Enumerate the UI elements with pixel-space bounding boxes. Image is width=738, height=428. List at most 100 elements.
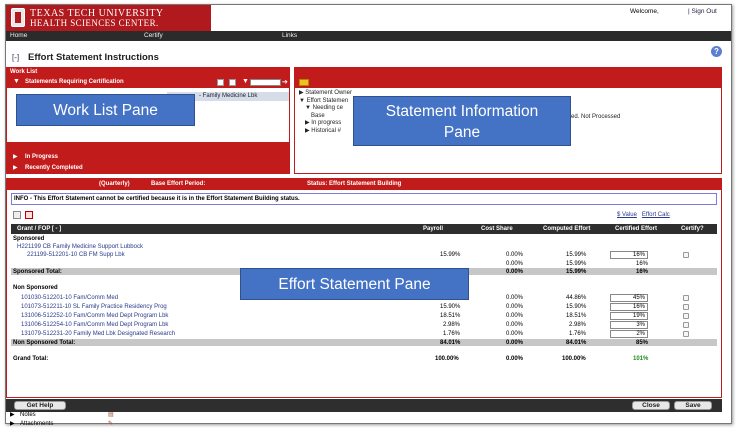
tree-node[interactable]: ▶ In progress (299, 120, 352, 128)
tree-node[interactable]: ▶ Historical # (299, 128, 352, 136)
computed-value: 18.51% (566, 313, 587, 319)
pdf-icon[interactable] (25, 211, 33, 219)
certify-checkbox[interactable] (683, 304, 689, 310)
note-icon[interactable]: ▤ (108, 411, 114, 418)
folder-icon (299, 79, 309, 86)
fop-link[interactable]: 131006-512254-10 Fam/Comm Med Dept Progr… (21, 322, 168, 328)
attachments-section[interactable]: ▶ Attachments ✎ (6, 421, 722, 427)
sponsored-sub-cost-share: 0.00% (506, 261, 524, 267)
cost-share-value: 0.00% (506, 313, 524, 319)
filter-icon[interactable]: ▼ (242, 78, 249, 85)
tree-node[interactable]: ▼ Needing ce (299, 105, 352, 113)
recently-completed-section[interactable]: ▶ Recently Completed (7, 163, 289, 174)
certified-effort-input[interactable]: 19% (610, 312, 648, 320)
cost-share-value: 0.00% (506, 252, 524, 258)
cost-share-value: 0.00% (506, 304, 524, 310)
view-links: $ Value Effort Calc (617, 212, 675, 218)
print-icon[interactable] (217, 79, 224, 86)
caret-right-icon[interactable]: ▶ (10, 420, 15, 427)
caret-right-icon[interactable]: ▶ (13, 153, 18, 160)
statements-requiring-certification-header[interactable]: ▼ Statements Requiring Certification ▼ ➔ (7, 77, 289, 88)
seal-icon (11, 8, 25, 27)
tree-node[interactable]: ▶ Statement Owner (299, 90, 352, 98)
sponsored-total-computed: 15.99% (566, 269, 587, 275)
sponsored-total-certified: 16% (636, 269, 649, 275)
certified-effort-input[interactable]: 2% (610, 330, 648, 338)
work-list-search-input[interactable] (250, 79, 281, 86)
col-cost-share: Cost Share (481, 226, 513, 232)
certify-checkbox[interactable] (683, 322, 689, 328)
effort-calc-link[interactable]: Effort Calc (642, 212, 670, 218)
certify-checkbox[interactable] (683, 313, 689, 319)
certified-effort-input[interactable]: 3% (610, 321, 648, 329)
fop-link[interactable]: 131079-512231-20 Family Med Lbk Designat… (21, 331, 175, 337)
save-button[interactable]: Save (674, 401, 712, 410)
cost-share-value: 0.00% (506, 331, 524, 337)
page-title: Effort Statement Instructions (28, 52, 159, 63)
nav-home[interactable]: Home (10, 32, 27, 39)
sponsored-label: Sponsored (13, 236, 45, 242)
non-sponsored-total-computed: 84.01% (566, 340, 587, 346)
nav-certify[interactable]: Certify (144, 32, 163, 39)
export-icon[interactable] (229, 79, 236, 86)
certified-effort-input[interactable]: 16% (610, 251, 648, 259)
notes-section[interactable]: ▶ Notes ▤ (6, 411, 722, 420)
caret-right-icon[interactable]: ▶ (13, 164, 18, 171)
fop-link[interactable]: 131006-512252-10 Fam/Comm Med Dept Progr… (21, 313, 168, 319)
attachments-label: Attachments (20, 421, 54, 427)
tree-node[interactable]: ▼ Effort Statemen (299, 98, 352, 106)
grand-total-payroll: 100.00% (435, 356, 459, 362)
fop-link[interactable]: 101030-512201-10 Fam/Comm Med (21, 295, 118, 301)
in-progress-label: In Progress (25, 154, 59, 160)
certify-checkbox[interactable] (683, 252, 689, 258)
nav-links[interactable]: Links (282, 32, 297, 39)
payroll-value: 15.99% (440, 252, 461, 258)
grand-total-certified: 101% (633, 356, 649, 362)
work-list-pane-callout: Work List Pane (16, 94, 195, 126)
collapse-toggle[interactable]: [-] (12, 53, 19, 62)
computed-value: 15.99% (566, 252, 587, 258)
table-header: Grant / FOP [ - ] Payroll Cost Share Com… (11, 224, 717, 234)
effort-statement-pane-callout: Effort Statement Pane (240, 268, 469, 300)
app-header: TEXAS TECH UNIVERSITY HEALTH SCIENCES CE… (6, 5, 731, 31)
non-sponsored-total-certified: 85% (636, 340, 649, 346)
certify-checkbox[interactable] (683, 331, 689, 337)
sign-out-link[interactable]: | Sign Out (688, 8, 717, 15)
grand-total-label: Grand Total: (13, 356, 49, 362)
callout-line: Statement Information (385, 103, 539, 120)
fop-link[interactable]: 221199-512201-10 CB FM Supp Lbk (27, 252, 125, 258)
non-sponsored-label: Non Sponsored (13, 285, 58, 291)
in-progress-section[interactable]: ▶ In Progress (7, 152, 289, 163)
sponsored-group-link[interactable]: H221199 CB Family Medicine Support Lubbo… (17, 244, 143, 250)
col-grant[interactable]: Grant / FOP [ - ] (17, 226, 61, 232)
col-payroll: Payroll (423, 226, 444, 232)
computed-value: 44.86% (566, 295, 587, 301)
payroll-value: 2.98% (443, 322, 461, 328)
work-list-divider (7, 142, 289, 152)
search-go-icon[interactable]: ➔ (282, 78, 288, 86)
effort-statement-header: (Quarterly) Base Effort Period: Status: … (7, 179, 721, 190)
work-list-title: Work List (7, 68, 289, 77)
certify-checkbox[interactable] (683, 295, 689, 301)
caret-down-icon[interactable]: ▼ (13, 78, 20, 85)
fop-link[interactable]: 101073-512211-10 SL Family Practice Resi… (21, 304, 167, 310)
notes-label: Notes (20, 412, 36, 418)
base-period-label: Base Effort Period: (151, 181, 206, 187)
col-certify: Certify? (681, 226, 704, 232)
cost-share-value: 0.00% (506, 295, 524, 301)
non-sponsored-total-cost-share: 0.00% (506, 340, 524, 346)
certified-effort-input[interactable]: 45% (610, 294, 648, 302)
col-certified-effort: Certified Effort (615, 226, 657, 232)
help-icon[interactable]: ? (711, 46, 722, 57)
computed-value: 1.76% (569, 331, 587, 337)
caret-right-icon[interactable]: ▶ (10, 411, 15, 418)
grand-total-computed: 100.00% (562, 356, 586, 362)
tree-node[interactable]: Base (299, 113, 352, 121)
edit-icon[interactable] (13, 211, 21, 219)
get-help-button[interactable]: Get Help (14, 401, 66, 410)
certified-effort-input[interactable]: 16% (610, 303, 648, 311)
paperclip-icon[interactable]: ✎ (108, 420, 113, 427)
dollar-value-link[interactable]: $ Value (617, 212, 637, 218)
close-button[interactable]: Close (632, 401, 670, 410)
computed-value: 2.98% (569, 322, 587, 328)
